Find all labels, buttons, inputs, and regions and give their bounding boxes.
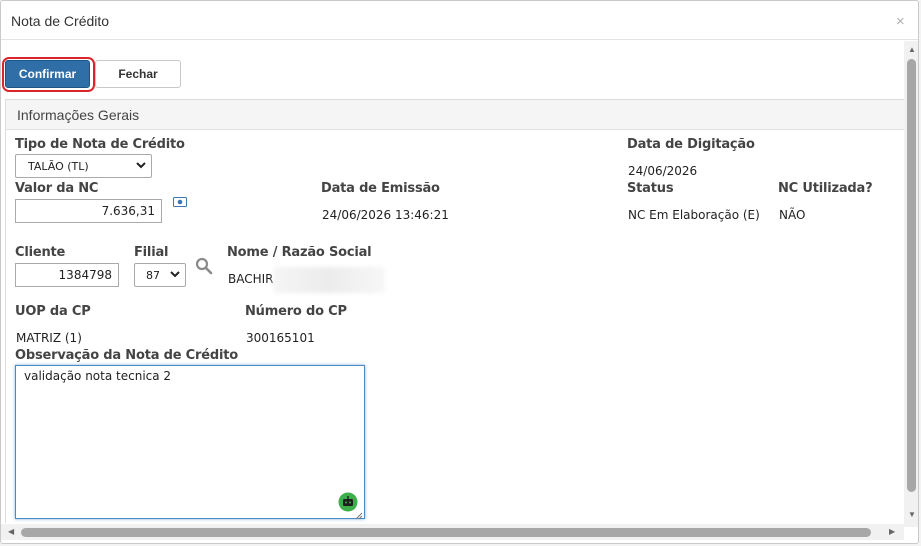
- nome-label: Nome / Razão Social: [227, 245, 372, 260]
- confirm-button[interactable]: Confirmar: [5, 60, 90, 88]
- scroll-left-arrow-icon[interactable]: ◀: [8, 528, 14, 536]
- data-digitacao-label: Data de Digitação: [627, 137, 755, 152]
- observacao-label: Observação da Nota de Crédito: [15, 348, 238, 363]
- numero-cp-label: Número do CP: [245, 304, 347, 319]
- valor-label: Valor da NC: [15, 181, 99, 196]
- money-icon[interactable]: [173, 196, 187, 210]
- data-emissao-value: 24/06/2026 13:46:21: [322, 208, 449, 222]
- valor-input[interactable]: 7.636,31: [15, 199, 162, 223]
- dialog-title: Nota de Crédito: [11, 13, 110, 29]
- nc-utilizada-value: NÃO: [779, 208, 806, 222]
- nc-utilizada-label: NC Utilizada?: [778, 181, 873, 196]
- data-emissao-label: Data de Emissão: [321, 181, 440, 196]
- vertical-scrollbar-thumb[interactable]: [907, 59, 916, 492]
- uop-label: UOP da CP: [15, 304, 91, 319]
- dialog-titlebar: Nota de Crédito ×: [1, 1, 918, 40]
- cliente-input[interactable]: 1384798: [15, 263, 119, 287]
- tipo-label: Tipo de Nota de Crédito: [15, 137, 185, 152]
- resize-grip-icon[interactable]: [355, 509, 363, 523]
- filial-label: Filial: [134, 245, 169, 260]
- tipo-select[interactable]: TALÃO (TL): [15, 154, 152, 178]
- nota-credito-dialog: Nota de Crédito × Confirmar Fechar Infor…: [0, 0, 919, 544]
- numero-cp-value: 300165101: [246, 331, 315, 345]
- observacao-textarea[interactable]: validação nota tecnica 2: [15, 365, 365, 519]
- status-label: Status: [627, 181, 674, 196]
- nome-value: BACHIR: [228, 272, 274, 286]
- close-icon[interactable]: ×: [896, 14, 905, 29]
- section-header: Informações Gerais: [6, 100, 905, 130]
- horizontal-scrollbar-thumb[interactable]: [21, 528, 871, 537]
- chevron-down-icon: [136, 159, 146, 174]
- chevron-down-icon: [170, 268, 180, 283]
- filial-select-value: 87: [146, 269, 160, 282]
- data-digitacao-value: 24/06/2026: [628, 164, 698, 178]
- scroll-right-arrow-icon[interactable]: ▶: [889, 528, 895, 536]
- section-title: Informações Gerais: [17, 107, 140, 123]
- uop-value: MATRIZ (1): [16, 331, 82, 345]
- status-value: NC Em Elaboração (E): [628, 208, 760, 222]
- tipo-select-value: TALÃO (TL): [28, 160, 89, 173]
- scroll-up-arrow-icon[interactable]: ▲: [908, 46, 916, 54]
- scroll-down-arrow-icon[interactable]: ▼: [908, 511, 916, 519]
- redacted-name-area: [273, 267, 385, 293]
- filial-select[interactable]: 87: [134, 263, 186, 287]
- cliente-label: Cliente: [15, 245, 66, 260]
- close-button[interactable]: Fechar: [95, 60, 181, 88]
- search-icon[interactable]: [195, 257, 213, 278]
